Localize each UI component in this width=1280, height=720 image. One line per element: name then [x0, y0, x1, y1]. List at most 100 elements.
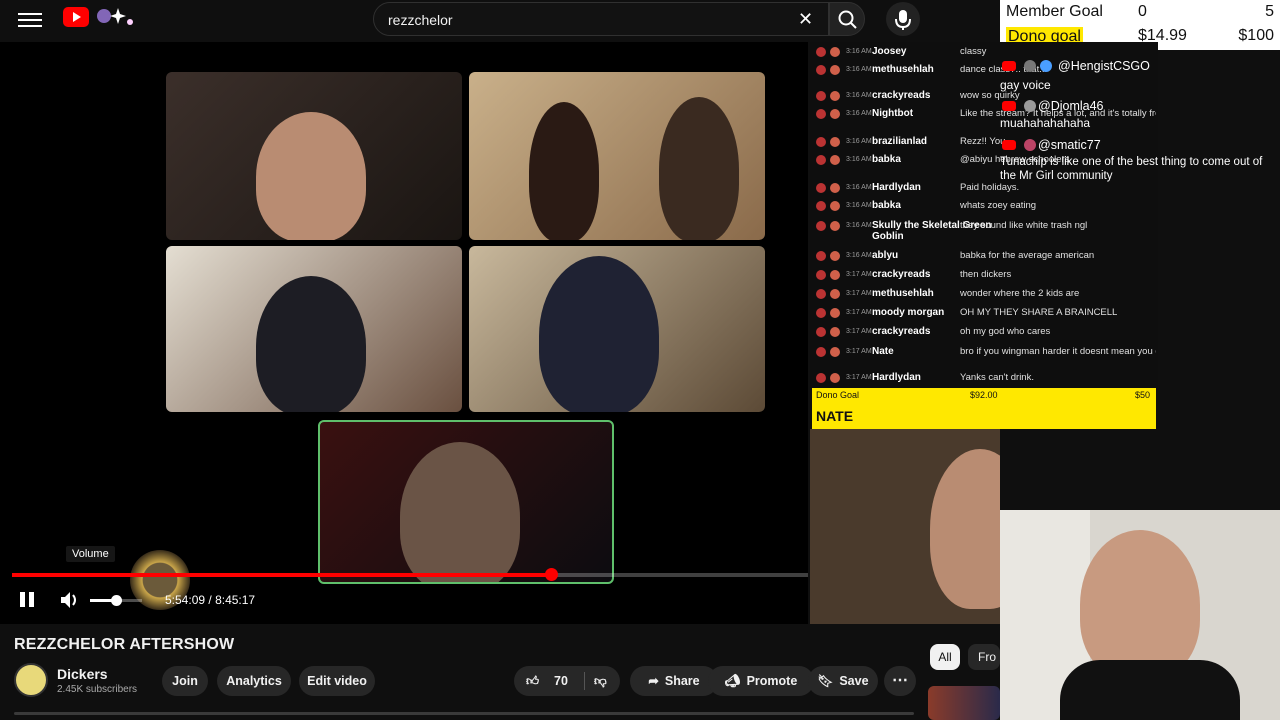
participant-silhouette [400, 442, 520, 582]
volume-knob[interactable] [111, 595, 122, 606]
chat-avatar [830, 308, 840, 318]
search-input[interactable] [388, 10, 788, 30]
volume-icon [61, 592, 76, 608]
chat-time: 3:17 AM [846, 348, 872, 355]
description-box-edge [14, 712, 914, 715]
save-label: Save [839, 674, 869, 688]
chat-avatar [816, 347, 826, 357]
member-goal-current: 0 [1138, 3, 1147, 20]
chat-user: crackyreads [872, 90, 931, 101]
chat-user: Joosey [872, 46, 907, 57]
thumbs-up-icon: 👍︎ [526, 674, 540, 688]
like-count: 70 [554, 674, 568, 688]
chat-avatar [830, 251, 840, 261]
search-button[interactable] [829, 2, 865, 36]
chat-user: Hardlydan [872, 182, 921, 193]
chat-text: babka for the average american [960, 250, 1095, 261]
promote-button[interactable]: 📣︎ Promote [708, 666, 814, 696]
chat-message: 3:16 AM Skully the Skeletal Green Goblin t… [814, 218, 1158, 242]
chat-time: 3:17 AM [846, 374, 872, 381]
time-current: 5:54:09 [165, 593, 206, 607]
chat-avatar [830, 289, 840, 299]
volume-button[interactable] [58, 589, 82, 611]
chat-message: 3:17 AM crackyreads oh my god who cares [814, 324, 1158, 342]
streamer-shirt [1060, 660, 1240, 720]
top-bar: ✕ [0, 0, 1000, 38]
chat-message: 3:16 AM crackyreads wow so quirky [814, 88, 1158, 106]
participant-silhouette [529, 102, 599, 240]
search-box[interactable] [373, 2, 829, 36]
time-separator: / [205, 593, 216, 607]
stream-chat-panel: 3:16 AM Joosey classy 3:16 AM methusehlah dan… [810, 42, 1158, 388]
chat-user: Nightbot [872, 108, 914, 119]
chat-message: 3:17 AM methusehlah wonder where the 2 kid… [814, 286, 1158, 304]
chat-avatar [830, 201, 840, 211]
chat-text: Paid holidays. [960, 182, 1020, 193]
more-icon: ⋯ [892, 672, 908, 689]
share-button[interactable]: ➦ Share [630, 666, 718, 696]
chip-all[interactable]: All [930, 644, 960, 670]
chat-time: 3:17 AM [846, 290, 872, 297]
progress-fill [12, 573, 551, 577]
dislike-button[interactable]: 👎︎ [594, 666, 607, 696]
participant-silhouette [659, 97, 739, 240]
voice-search-button[interactable] [886, 2, 920, 36]
nate-name-bar: NATE [812, 402, 1156, 429]
participant-silhouette [256, 112, 366, 240]
chat-text: classy [960, 46, 987, 57]
member-goal-label: Member Goal [1006, 3, 1103, 20]
analytics-button[interactable]: Analytics [217, 666, 291, 696]
inner-dono-current: $92.00 [970, 390, 998, 400]
edit-video-button[interactable]: Edit video [299, 666, 375, 696]
like-dislike-group: 👍︎ 70 👎︎ [514, 666, 620, 696]
chat-avatar [816, 201, 826, 211]
chip-from[interactable]: Fro [968, 644, 1000, 670]
volume-slider[interactable] [90, 595, 142, 606]
chat-avatar [816, 289, 826, 299]
chat-time: 3:16 AM [846, 184, 872, 191]
promote-label: Promote [746, 674, 798, 688]
channel-avatar[interactable] [14, 663, 48, 697]
video-player[interactable] [0, 42, 808, 624]
chat-message: 3:16 AM brazilianlad Rezz!! You [814, 134, 1158, 152]
youtube-badge-icon [1000, 137, 1040, 153]
chat-user: brazilianlad [872, 136, 928, 147]
like-divider [584, 672, 585, 690]
chat-text: whats zoey eating [960, 200, 1037, 211]
chat-avatar [816, 47, 826, 57]
chat-time: 3:16 AM [846, 156, 872, 163]
youtube-badge-icon [1000, 98, 1040, 114]
chat-text: they sound like white trash ngl [960, 220, 1088, 231]
participant-silhouette [539, 256, 659, 412]
chat-avatar [830, 373, 840, 383]
megaphone-icon: 📣︎ [724, 674, 741, 688]
microphone-icon [895, 10, 911, 30]
chat-avatar [830, 270, 840, 280]
chat-time: 3:16 AM [846, 222, 872, 229]
chat-avatar [830, 91, 840, 101]
chat-text: then dickers [960, 269, 1012, 280]
channel-name[interactable]: Dickers [57, 666, 108, 682]
doodle-sparkle-icon[interactable] [92, 4, 136, 30]
overlay-chat-user: @HengistCSGO [1058, 59, 1150, 73]
chat-avatar [816, 270, 826, 280]
chat-time: 3:17 AM [846, 328, 872, 335]
youtube-logo[interactable] [63, 7, 89, 27]
more-actions-button[interactable]: ⋯ [884, 666, 916, 696]
progress-scrubber[interactable] [544, 568, 558, 581]
chat-avatar [816, 373, 826, 383]
join-button[interactable]: Join [162, 666, 208, 696]
hamburger-menu-icon[interactable] [18, 10, 42, 28]
participant-frame-1 [166, 72, 462, 240]
chat-message: 3:17 AM crackyreads then dickers [814, 267, 1158, 285]
volume-tooltip: Volume [66, 546, 115, 562]
inner-dono-target: $50 [1134, 390, 1150, 400]
participant-frame-5-active [318, 420, 614, 584]
chat-message: 3:16 AM Nightbot Like the stream? It helps… [814, 106, 1158, 124]
share-icon: ➦ [648, 674, 659, 688]
clear-search-icon[interactable]: ✕ [798, 9, 813, 30]
recommended-thumbnail[interactable] [928, 686, 1000, 720]
progress-bar[interactable] [12, 568, 808, 581]
save-button[interactable]: 🔖︎ Save [808, 666, 878, 696]
pause-button[interactable] [18, 590, 38, 610]
